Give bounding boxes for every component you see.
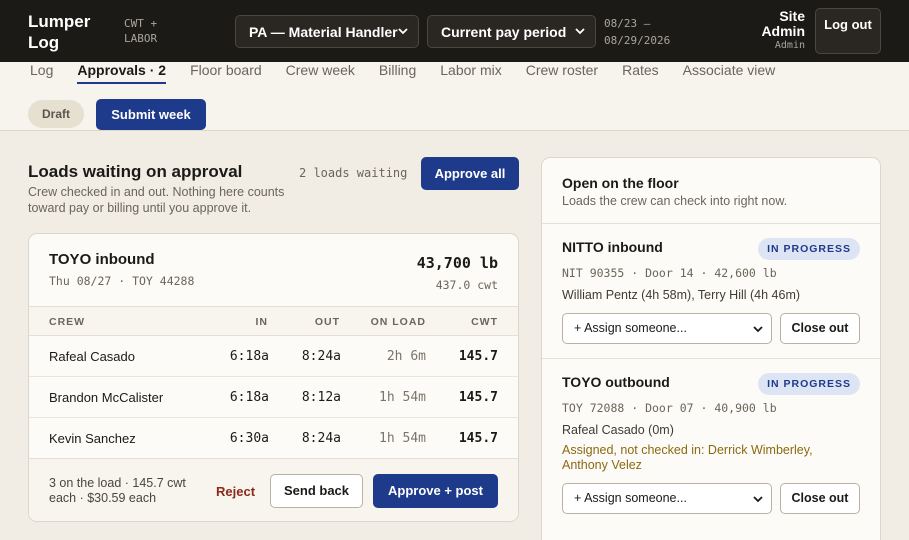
period-select-value: Current pay period xyxy=(441,23,567,40)
tab-labor-mix[interactable]: Labor mix xyxy=(440,62,501,80)
crew-name: Kevin Sanchez xyxy=(49,431,136,446)
tab-crew-roster[interactable]: Crew roster xyxy=(526,62,598,80)
logout-button[interactable]: Log out xyxy=(815,8,881,54)
floor-panel: Open on the floor Loads the crew can che… xyxy=(541,157,881,540)
assign-select[interactable]: + Assign someone... xyxy=(562,313,772,344)
status-badge: Draft xyxy=(28,100,84,128)
waiting-count: 2 loads waiting xyxy=(299,166,408,180)
chevron-down-icon xyxy=(575,28,585,35)
crew-cwt: 145.7 xyxy=(458,390,498,405)
tab-crew-week[interactable]: Crew week xyxy=(286,62,355,80)
time-in: 6:30a xyxy=(229,431,269,446)
load-weight-lb: 43,700 lb xyxy=(416,254,498,272)
time-out: 8:24a xyxy=(301,349,341,364)
facility-select[interactable]: PA — Material Handler xyxy=(235,15,419,48)
floor-load-crew: William Pentz (4h 58m), Terry Hill (4h 4… xyxy=(562,288,801,302)
user-info: Site Admin Admin xyxy=(745,8,805,52)
tab-floor-board[interactable]: Floor board xyxy=(190,62,262,80)
facility-select-value: PA — Material Handler xyxy=(249,23,398,40)
status-badge: IN PROGRESS xyxy=(758,238,860,260)
load-title: TOYO inbound xyxy=(49,251,155,268)
send-back-button[interactable]: Send back xyxy=(270,474,363,508)
load-summary: 3 on the load · 145.7 cwt each · $30.59 … xyxy=(49,476,186,505)
top-bar: Lumper Log CWT + LABOR PA — Material Han… xyxy=(0,0,909,62)
load-meta: Thu 08/27 · TOY 44288 xyxy=(49,274,195,288)
approve-post-button[interactable]: Approve + post xyxy=(373,474,498,508)
reject-button[interactable]: Reject xyxy=(216,484,255,499)
table-row: Brandon McCalister 6:18a 8:12a 1h 54m 14… xyxy=(29,377,518,418)
tab-billing[interactable]: Billing xyxy=(379,62,416,80)
load-weight-cwt: 437.0 cwt xyxy=(435,278,498,292)
time-on-load: 1h 54m xyxy=(379,390,426,405)
period-end: 08/29/2026 xyxy=(604,34,671,47)
time-in: 6:18a xyxy=(229,390,269,405)
floor-subtitle: Loads the crew can check into right now. xyxy=(562,194,788,208)
floor-load-card: TOYO outbound IN PROGRESS TOY 72088 · Do… xyxy=(542,358,880,540)
period-range: 08/23 – 08/29/2026 xyxy=(604,15,694,49)
period-select[interactable]: Current pay period xyxy=(427,15,596,48)
chevron-down-icon xyxy=(753,496,763,503)
tab-log[interactable]: Log xyxy=(30,62,53,80)
nav-strip: Log Approvals · 2 Floor board Crew week … xyxy=(0,62,909,131)
page-title: Loads waiting on approval xyxy=(28,162,243,181)
column-header-cwt: CWT xyxy=(471,316,498,328)
tab-approvals[interactable]: Approvals · 2 xyxy=(77,62,166,84)
submit-week-button[interactable]: Submit week xyxy=(96,99,206,130)
app-logo[interactable]: Lumper Log xyxy=(28,11,108,53)
floor-load-title: TOYO outbound xyxy=(562,374,670,390)
user-role: Admin xyxy=(774,40,805,51)
floor-load-warning: Assigned, not checked in: Derrick Wimber… xyxy=(562,443,813,472)
column-header-in: IN xyxy=(255,316,268,328)
floor-load-meta: NIT 90355 · Door 14 · 42,600 lb xyxy=(562,266,777,280)
load-card-footer: 3 on the load · 145.7 cwt each · $30.59 … xyxy=(29,458,518,521)
app-tagline: CWT + LABOR xyxy=(124,17,158,45)
close-out-button[interactable]: Close out xyxy=(780,313,860,344)
time-on-load: 1h 54m xyxy=(379,431,426,446)
floor-load-meta: TOY 72088 · Door 07 · 40,900 lb xyxy=(562,401,777,415)
floor-title: Open on the floor xyxy=(562,175,679,191)
crew-name: Rafeal Casado xyxy=(49,349,135,364)
chevron-down-icon xyxy=(398,28,408,35)
floor-load-crew: Rafeal Casado (0m) xyxy=(562,423,674,437)
load-card: TOYO inbound Thu 08/27 · TOY 44288 43,70… xyxy=(28,233,519,522)
main-nav: Log Approvals · 2 Floor board Crew week … xyxy=(30,62,799,84)
column-header-out: OUT xyxy=(314,316,340,328)
period-start: 08/23 – xyxy=(604,17,651,30)
crew-cwt: 145.7 xyxy=(458,349,498,364)
floor-load-card: NITTO inbound IN PROGRESS NIT 90355 · Do… xyxy=(542,223,880,358)
assign-select[interactable]: + Assign someone... xyxy=(562,483,772,514)
approve-all-button[interactable]: Approve all xyxy=(421,157,519,190)
crew-name: Brandon McCalister xyxy=(49,390,164,405)
crew-table-header: CREW IN OUT ON LOAD CWT xyxy=(29,306,518,336)
crew-cwt: 145.7 xyxy=(458,431,498,446)
tab-associate-view[interactable]: Associate view xyxy=(683,62,776,80)
table-row: Rafeal Casado 6:18a 8:24a 2h 6m 145.7 xyxy=(29,336,518,377)
chevron-down-icon xyxy=(753,326,763,333)
user-name: Site Admin xyxy=(761,8,805,39)
time-out: 8:24a xyxy=(301,431,341,446)
column-header-crew: CREW xyxy=(49,316,86,328)
time-in: 6:18a xyxy=(229,349,269,364)
time-on-load: 2h 6m xyxy=(386,349,426,364)
column-header-on-load: ON LOAD xyxy=(370,316,426,328)
assign-select-value: + Assign someone... xyxy=(574,491,687,505)
table-row: Kevin Sanchez 6:30a 8:24a 1h 54m 145.7 xyxy=(29,418,518,459)
page-subtitle: Crew checked in and out. Nothing here co… xyxy=(28,185,285,215)
floor-load-title: NITTO inbound xyxy=(562,239,663,255)
close-out-button[interactable]: Close out xyxy=(780,483,860,514)
assign-select-value: + Assign someone... xyxy=(574,321,687,335)
status-badge: IN PROGRESS xyxy=(758,373,860,395)
tab-rates[interactable]: Rates xyxy=(622,62,659,80)
time-out: 8:12a xyxy=(301,390,341,405)
